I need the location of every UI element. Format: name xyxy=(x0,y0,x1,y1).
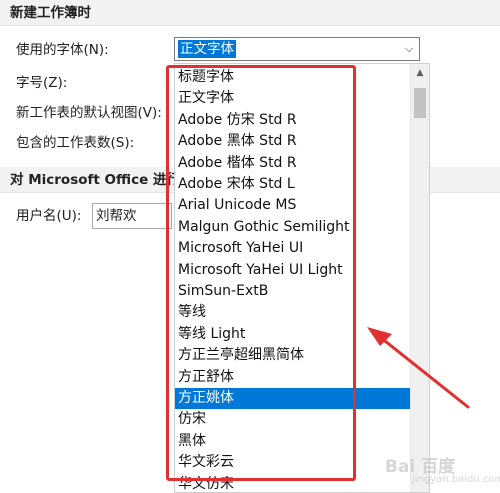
font-size-label: 字号(Z): xyxy=(16,75,68,91)
font-option[interactable]: 黑体 xyxy=(175,431,411,452)
username-label: 用户名(U): xyxy=(16,208,82,224)
font-option[interactable]: Adobe 仿宋 Std R xyxy=(175,110,411,131)
username-field[interactable]: 刘帮欢 xyxy=(92,203,172,229)
font-option[interactable]: 仿宋 xyxy=(175,409,411,430)
font-option[interactable]: Microsoft YaHei UI Light xyxy=(175,260,411,281)
font-option[interactable]: 标题字体 xyxy=(175,67,411,88)
font-option[interactable]: 华文彩云 xyxy=(175,452,411,473)
section-header-new-workbook: 新建工作簿时 xyxy=(0,0,500,26)
font-option[interactable]: 等线 Light xyxy=(175,324,411,345)
chevron-down-icon[interactable]: ⌵ xyxy=(399,38,419,60)
sheet-count-label: 包含的工作表数(S): xyxy=(16,135,135,151)
scroll-thumb[interactable] xyxy=(414,88,426,118)
font-option[interactable]: 正文字体 xyxy=(175,88,411,109)
font-option[interactable]: Microsoft YaHei UI xyxy=(175,238,411,259)
font-option[interactable]: Adobe 黑体 Std R xyxy=(175,131,411,152)
font-option[interactable]: Arial Unicode MS xyxy=(175,195,411,216)
font-option[interactable]: SimSun-ExtB xyxy=(175,281,411,302)
font-option[interactable]: 方正兰亭超细黑简体 xyxy=(175,345,411,366)
font-select-value: 正文字体 xyxy=(178,40,236,58)
font-option[interactable]: Adobe 楷体 Std R xyxy=(175,153,411,174)
default-view-label: 新工作表的默认视图(V): xyxy=(16,105,162,121)
scrollbar[interactable]: ▲ xyxy=(410,64,429,492)
font-option[interactable]: Adobe 宋体 Std L xyxy=(175,174,411,195)
watermark-site: jingyan.baidu.com xyxy=(412,474,500,485)
font-select[interactable]: 正文字体 ⌵ xyxy=(174,37,420,61)
watermark-logo: Bai 百度 xyxy=(385,457,456,477)
font-option[interactable]: 方正舒体 xyxy=(175,367,411,388)
font-label: 使用的字体(N): xyxy=(16,42,109,58)
font-option[interactable]: Malgun Gothic Semilight xyxy=(175,217,411,238)
font-dropdown-list[interactable]: 标题字体 正文字体 Adobe 仿宋 Std R Adobe 黑体 Std R Adob… xyxy=(174,63,430,493)
scroll-up-icon[interactable]: ▲ xyxy=(411,64,429,82)
font-option[interactable]: 华文仿宋 xyxy=(175,474,411,492)
font-option[interactable]: 方正姚体 xyxy=(175,388,411,410)
font-option[interactable]: 等线 xyxy=(175,302,411,323)
